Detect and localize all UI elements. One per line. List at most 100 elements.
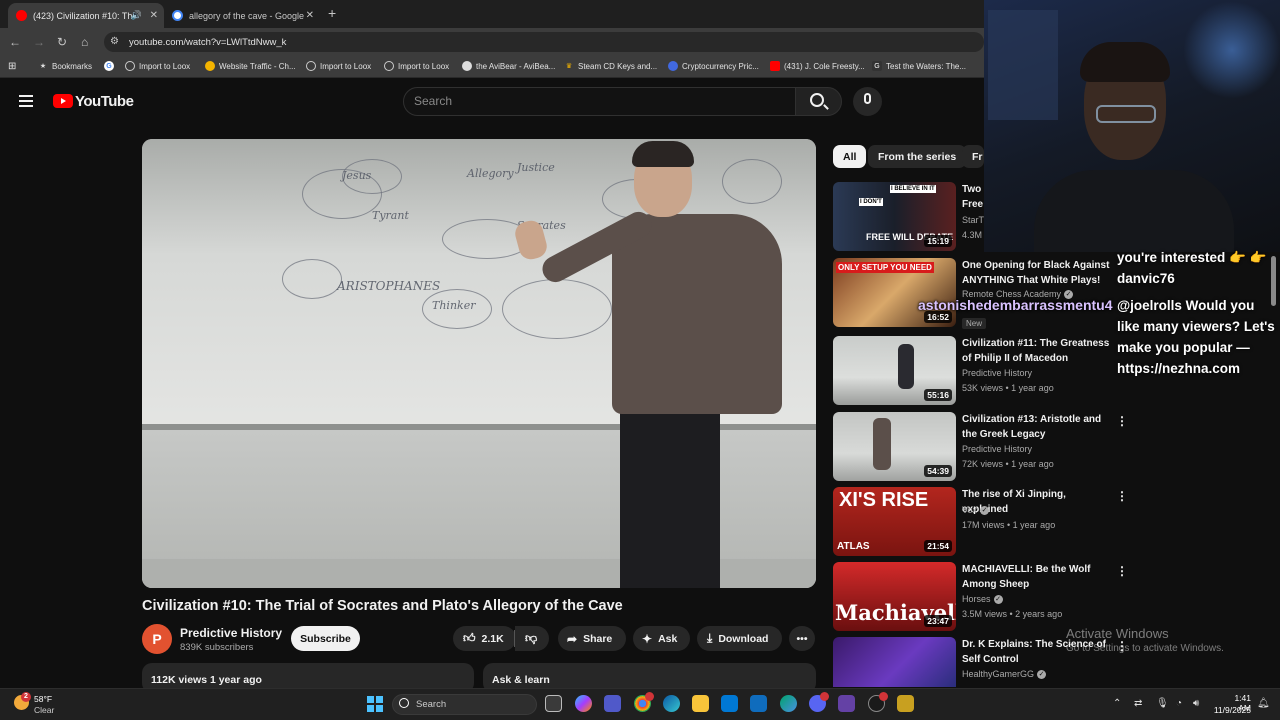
duration-badge: 55:16 — [924, 389, 952, 401]
more-actions-button[interactable]: ••• — [789, 626, 815, 651]
video-thumbnail[interactable]: ONLY SETUP YOU NEED 16:52 — [833, 258, 956, 327]
bookmark-item[interactable]: Website Traffic - Ch... — [205, 61, 296, 71]
youtube-logo-text[interactable]: YouTube — [75, 93, 134, 110]
tab-google-search[interactable]: allegory of the cave - Google Search ✕ — [164, 3, 320, 28]
task-view-icon[interactable] — [545, 695, 562, 712]
chip-from-series[interactable]: From the series — [868, 145, 967, 168]
sparkle-icon: ✦ — [642, 631, 653, 646]
ask-learn-label: Ask & learn — [492, 674, 550, 686]
video-thumbnail[interactable]: 54:39 — [833, 412, 956, 481]
weather-condition[interactable]: Clear — [34, 705, 54, 715]
app-icon[interactable] — [897, 695, 914, 712]
like-button[interactable]: 👍︎ 2.1K — [453, 626, 516, 651]
edge-icon[interactable] — [663, 695, 680, 712]
close-tab-icon[interactable]: ✕ — [306, 10, 314, 21]
rec-meta: 17M views • 1 year ago — [962, 520, 1056, 530]
reload-icon[interactable]: ↻ — [57, 35, 67, 49]
mic-icon[interactable]: 🎙︎ — [1156, 698, 1169, 709]
back-icon[interactable]: ← — [9, 35, 21, 49]
file-explorer-icon[interactable] — [692, 695, 709, 712]
bookmark-item[interactable]: G Test the Waters: The... — [872, 61, 966, 71]
dislike-button[interactable]: 👎︎ — [515, 626, 549, 651]
recommendation-item[interactable]: XI'S RISE ATLAS 21:54 The rise of Xi Jin… — [833, 487, 1128, 557]
share-button[interactable]: ➦ Share — [558, 626, 626, 651]
bookmark-item[interactable]: Import to Loox — [306, 61, 371, 71]
subscribe-button[interactable]: Subscribe — [291, 626, 360, 651]
menu-icon[interactable] — [19, 95, 33, 107]
bookmark-item[interactable]: ★ Bookmarks — [38, 61, 92, 71]
wifi-icon[interactable]: ◔ — [1176, 698, 1182, 709]
rec-channel: Predictive History — [962, 444, 1033, 454]
chat-message: like many viewers? Let's — [1117, 319, 1275, 334]
bookmark-item[interactable]: ♛ Steam CD Keys and... — [564, 61, 657, 71]
recommendation-item[interactable]: 54:39 Civilization #13: Aristotle and th… — [833, 412, 1128, 482]
video-thumbnail[interactable]: Machiavelli 23:47 — [833, 562, 956, 631]
chip-all[interactable]: All — [833, 145, 867, 168]
home-icon[interactable]: ⌂ — [81, 35, 88, 49]
outlook-icon[interactable] — [750, 695, 767, 712]
twitch-icon[interactable] — [838, 695, 855, 712]
video-player[interactable]: Justice ARISTOPHANES Thinker Jesus Socra… — [142, 139, 816, 588]
recommendation-item[interactable]: 55:16 Civilization #11: The Greatness of… — [833, 336, 1123, 406]
rec-title: Civilization #13: Aristotle and the Gree… — [962, 414, 1102, 440]
video-thumbnail[interactable]: XI'S RISE ATLAS 21:54 — [833, 487, 956, 556]
store-icon[interactable] — [721, 695, 738, 712]
clock-date[interactable]: 11/9/2025 — [1213, 705, 1251, 715]
bookmark-google[interactable]: G — [104, 61, 118, 71]
forward-icon[interactable]: → — [33, 35, 45, 49]
taskbar-search[interactable] — [392, 694, 537, 715]
bookmark-item[interactable]: Import to Loox — [384, 61, 449, 71]
more-vert-icon[interactable]: ⋮ — [1116, 564, 1128, 578]
search-input[interactable] — [403, 87, 796, 116]
bookmark-item[interactable]: Import to Loox — [125, 61, 190, 71]
weather-badge: 2 — [21, 692, 31, 702]
teams-icon[interactable] — [604, 695, 621, 712]
recommendation-item[interactable]: ONLY SETUP YOU NEED 16:52 One Opening fo… — [833, 258, 1123, 329]
start-icon[interactable] — [367, 696, 383, 712]
channel-name[interactable]: Predictive History — [180, 626, 282, 640]
video-thumbnail[interactable] — [833, 637, 956, 687]
video-thumbnail[interactable]: 55:16 — [833, 336, 956, 405]
recommendation-item[interactable]: Machiavelli 23:47 MACHIAVELLI: Be the Wo… — [833, 562, 1128, 632]
volume-icon[interactable]: 🔊︎ — [1193, 698, 1199, 709]
download-button[interactable]: ⤓ Download — [697, 626, 782, 651]
sync-icon[interactable]: ⇄ — [1134, 698, 1142, 709]
speaker-icon[interactable]: 🔊 — [131, 10, 142, 21]
crypto-icon — [668, 61, 678, 71]
tab-youtube[interactable]: (423) Civilization #10: The Trial 🔊 ✕ — [8, 3, 164, 28]
genius-icon: G — [872, 61, 882, 71]
verified-icon: ✓ — [993, 595, 1003, 605]
close-tab-icon[interactable]: ✕ — [150, 10, 158, 21]
glasses — [1096, 105, 1156, 123]
video-thumbnail[interactable]: I BELIEVE IN IT I DON'T FREE WILL DEBATE… — [833, 182, 956, 251]
chip-more[interactable]: Fr — [962, 145, 984, 168]
star-icon: ★ — [39, 63, 47, 70]
more-vert-icon[interactable]: ⋮ — [1116, 414, 1128, 428]
youtube-logo-icon[interactable] — [53, 94, 73, 108]
more-vert-icon[interactable]: ⋮ — [1116, 489, 1128, 503]
new-tab-icon[interactable]: + — [328, 5, 336, 21]
stream-alert-name: astonishedembarrassmentu4 — [918, 297, 1113, 313]
chevron-up-icon[interactable]: ⌃ — [1113, 698, 1121, 709]
app-icon[interactable] — [780, 695, 797, 712]
share-icon: ➦ — [567, 631, 578, 646]
search-icon — [810, 93, 824, 107]
channel-avatar[interactable]: P — [142, 624, 172, 654]
subscriber-count: 839K subscribers — [180, 642, 254, 653]
verified-icon: ✓ — [1037, 670, 1047, 680]
weather-temp[interactable]: 58°F — [34, 694, 52, 704]
activate-windows-subtitle: Go to Settings to activate Windows. — [1066, 643, 1224, 654]
bookmark-item[interactable]: (431) J. Cole Freesty... — [770, 61, 865, 71]
google-icon: G — [104, 61, 114, 71]
apps-grid-icon[interactable]: ⊞ — [8, 61, 16, 72]
bookmark-item[interactable]: the AviBear - AviBea... — [462, 61, 555, 71]
copilot-icon[interactable] — [575, 695, 592, 712]
ask-button[interactable]: ✦ Ask — [633, 626, 690, 651]
chat-scrollbar[interactable] — [1271, 256, 1276, 306]
url-text[interactable]: youtube.com/watch?v=LWlTtdNww_k — [129, 37, 286, 48]
site-info-icon[interactable]: ⚙ — [110, 36, 119, 47]
bookmark-item[interactable]: Cryptocurrency Pric... — [668, 61, 759, 71]
board-word: Tyrant — [372, 209, 409, 222]
notification-bell-icon[interactable]: 🔔︎ — [1257, 698, 1270, 709]
rec-meta: 72K views • 1 year ago — [962, 459, 1054, 469]
